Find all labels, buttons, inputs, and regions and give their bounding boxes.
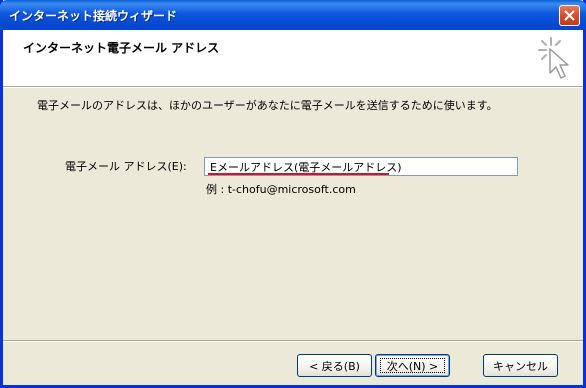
window-title: インターネット接続ウィザード: [9, 9, 178, 23]
email-address-label: 電子メール アドレス(E):: [65, 160, 187, 173]
description-text: 電子メールのアドレスは、ほかのユーザーがあなたに電子メールを送信するために使いま…: [37, 99, 498, 112]
footer-separator: [3, 340, 583, 342]
close-icon: [564, 10, 575, 21]
wizard-sparkle-icon: [538, 37, 569, 79]
annotation-underline: [208, 173, 389, 175]
header-separator: [3, 86, 583, 88]
cancel-button[interactable]: キャンセル: [483, 354, 558, 377]
wizard-window: インターネット接続ウィザード インターネット電子メール アドレス 電子メールのア…: [0, 0, 586, 388]
page-title: インターネット電子メール アドレス: [23, 41, 220, 55]
wizard-header: インターネット電子メール アドレス: [3, 30, 583, 86]
focus-rectangle: [380, 358, 445, 373]
next-button[interactable]: 次へ(N) >: [375, 354, 450, 377]
example-text: 例 : t-chofu@microsoft.com: [206, 183, 356, 196]
title-bar[interactable]: インターネット接続ウィザード: [0, 0, 586, 30]
close-button[interactable]: [559, 5, 580, 26]
back-button[interactable]: < 戻る(B): [297, 354, 372, 377]
